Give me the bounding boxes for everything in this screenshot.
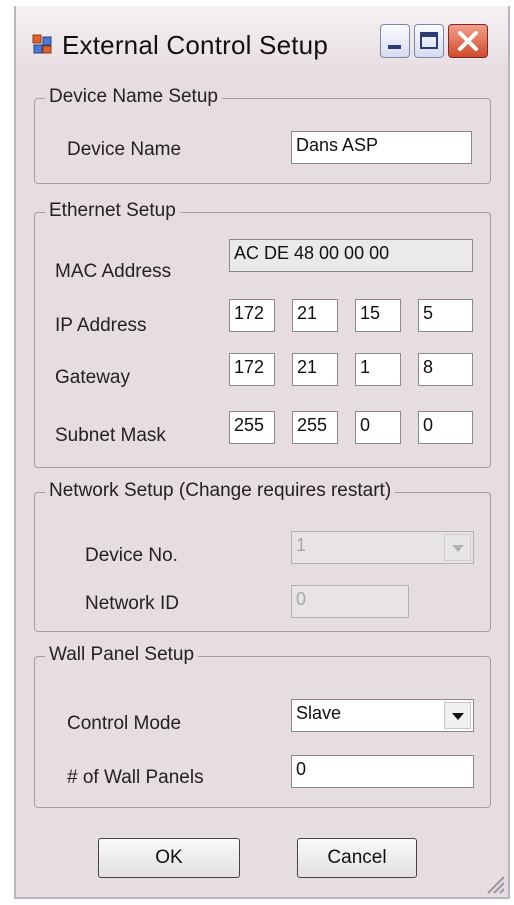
mac-address-label: MAC Address — [55, 261, 172, 282]
maximize-icon — [420, 32, 438, 49]
subnet-octet-3[interactable]: 0 — [355, 411, 401, 444]
subnet-octet-4[interactable]: 0 — [418, 411, 473, 444]
control-mode-dropdown[interactable]: Slave — [291, 699, 474, 732]
dialog-window: External Control Setup Device Name Setup… — [14, 6, 510, 899]
device-no-dropdown[interactable]: 1 — [291, 531, 474, 564]
subnet-octet-1[interactable]: 255 — [229, 411, 275, 444]
device-no-value: 1 — [296, 535, 307, 555]
title-bar[interactable]: External Control Setup — [16, 6, 508, 64]
device-no-dropdown-button[interactable] — [444, 534, 471, 561]
ok-button[interactable]: OK — [98, 838, 240, 878]
network-id-label: Network ID — [85, 593, 179, 614]
ip-octet-1[interactable]: 172 — [229, 299, 275, 332]
ethernet-legend: Ethernet Setup — [45, 200, 180, 222]
cancel-button[interactable]: Cancel — [297, 838, 417, 878]
network-legend: Network Setup (Change requires restart) — [45, 480, 396, 502]
gateway-label: Gateway — [55, 367, 130, 388]
ip-octet-2[interactable]: 21 — [292, 299, 338, 332]
device-name-legend: Device Name Setup — [45, 86, 222, 108]
gateway-octet-2[interactable]: 21 — [292, 353, 338, 386]
control-mode-dropdown-button[interactable] — [444, 702, 471, 729]
chevron-down-icon — [452, 713, 464, 720]
device-name-field[interactable]: Dans ASP — [291, 131, 472, 164]
resize-grip-icon[interactable] — [480, 869, 506, 895]
network-id-field[interactable]: 0 — [291, 585, 409, 618]
maximize-button[interactable] — [414, 24, 444, 58]
chevron-down-icon — [452, 545, 464, 552]
control-mode-label: Control Mode — [67, 713, 182, 734]
wall-panels-label: # of Wall Panels — [67, 767, 204, 788]
wall-panel-legend: Wall Panel Setup — [45, 644, 199, 666]
control-mode-value: Slave — [296, 703, 342, 723]
subnet-mask-label: Subnet Mask — [55, 425, 166, 446]
gateway-octet-3[interactable]: 1 — [355, 353, 401, 386]
device-name-label: Device Name — [67, 139, 182, 160]
device-no-label: Device No. — [85, 545, 178, 566]
network-group: Network Setup (Change requires restart) … — [34, 480, 491, 632]
ip-octet-4[interactable]: 5 — [418, 299, 473, 332]
ip-octet-3[interactable]: 15 — [355, 299, 401, 332]
gateway-octet-1[interactable]: 172 — [229, 353, 275, 386]
app-window-icon — [32, 34, 52, 54]
gateway-octet-4[interactable]: 8 — [418, 353, 473, 386]
close-icon — [458, 31, 478, 51]
wall-panel-group: Wall Panel Setup Control Mode Slave # of… — [34, 644, 491, 808]
window-title: External Control Setup — [62, 30, 328, 60]
device-name-group: Device Name Setup Device Name Dans ASP — [34, 86, 491, 184]
mac-address-field[interactable]: AC DE 48 00 00 00 — [229, 239, 473, 272]
ethernet-group: Ethernet Setup MAC Address AC DE 48 00 0… — [34, 200, 491, 468]
close-button[interactable] — [448, 24, 488, 58]
subnet-octet-2[interactable]: 255 — [292, 411, 338, 444]
ip-address-label: IP Address — [55, 315, 147, 336]
wall-panels-field[interactable]: 0 — [291, 755, 474, 788]
minimize-button[interactable] — [380, 24, 410, 58]
minimize-icon — [388, 45, 401, 49]
